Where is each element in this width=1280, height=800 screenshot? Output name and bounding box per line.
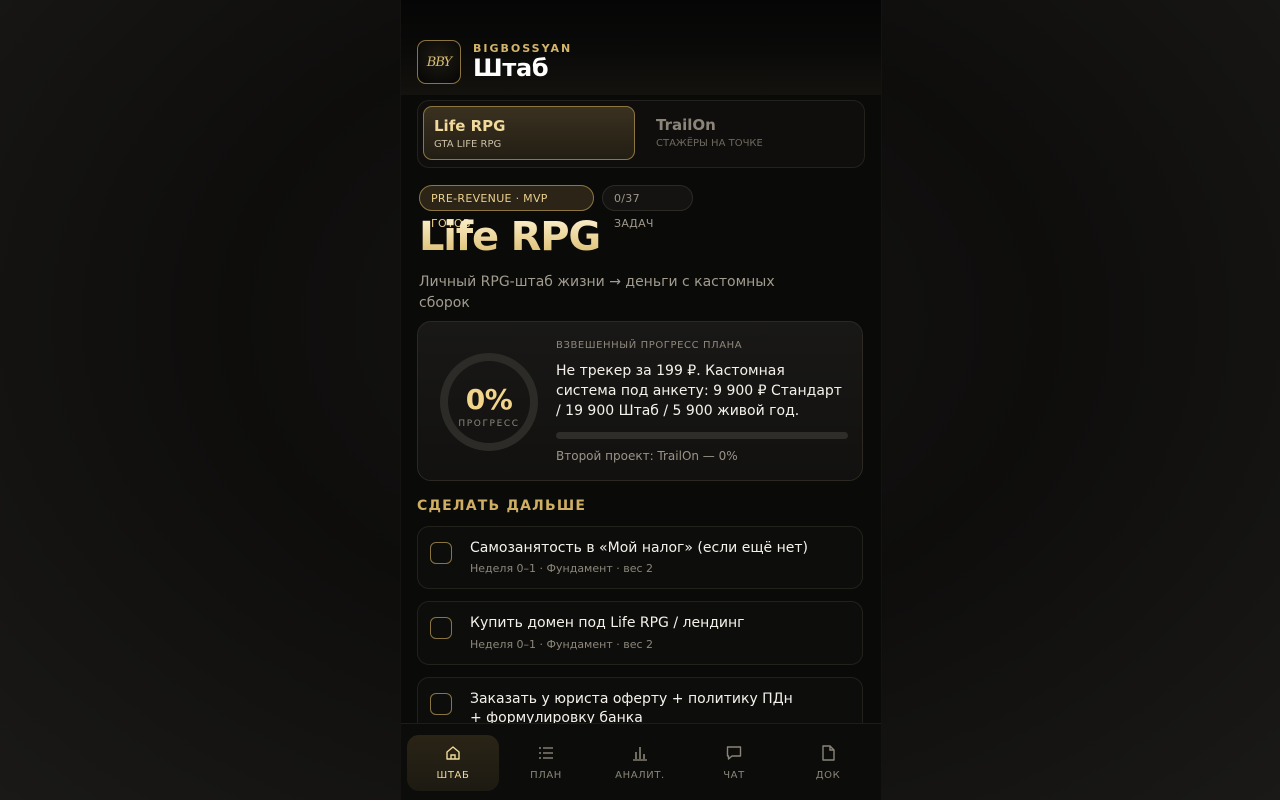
project-description: Личный RPG-штаб жизни → деньги с кастомн… [419,274,775,311]
tab-chat[interactable]: ЧАТ [688,735,780,791]
list-icon [539,747,553,759]
tab-label: АНАЛИТ. [615,770,665,781]
page-title: Штаб [473,54,549,82]
task-checkbox[interactable] [430,542,452,564]
task-item[interactable]: Купить домен под Life RPG / лендинг Неде… [417,601,863,665]
task-meta: Неделя 0–1 · Фундамент · вес 2 [470,638,654,651]
tasks-count-badge: 0/37 ЗАДАЧ [602,185,693,230]
project-tab-name: Life RPG [434,117,506,135]
tab-shtab[interactable]: ШТАБ [407,735,499,791]
project-tab-subtitle: GTA LIFE RPG [434,139,502,150]
tab-analytics[interactable]: АНАЛИТ. [594,735,686,791]
chat-icon [726,746,742,760]
progress-percent: 0% [465,383,513,416]
task-item[interactable]: Самозанятость в «Мой налог» (если ещё не… [417,526,863,589]
document-icon [822,745,835,761]
home-icon [446,746,460,760]
tab-label: ПЛАН [530,770,562,781]
task-title: Купить домен под Life RPG / лендинг [470,615,745,631]
logo[interactable]: BBY [417,40,461,84]
second-project-progress: Второй проект: TrailOn — 0% [556,449,738,463]
tab-doc[interactable]: ДОК [782,735,874,791]
progress-description: Не трекер за 199 ₽. Кастомная система по… [556,363,842,419]
next-section-title: СДЕЛАТЬ ДАЛЬШЕ [417,498,587,514]
project-switcher: Life RPG GTA LIFE RPG TrailOn СТАЖЁРЫ НА… [417,100,865,168]
stage-badge: PRE-REVENUE · MVP ГОТОВ [419,185,594,230]
progress-card: 0% ПРОГРЕСС ВЗВЕШЕННЫЙ ПРОГРЕСС ПЛАНА Не… [417,321,863,481]
task-title: Самозанятость в «Мой налог» (если ещё не… [470,540,808,556]
tab-label: ЧАТ [723,770,745,781]
progress-ring: 0% ПРОГРЕСС [440,353,538,451]
task-checkbox[interactable] [430,617,452,639]
project-tab-life-rpg[interactable]: Life RPG GTA LIFE RPG [423,106,635,160]
task-checkbox[interactable] [430,693,452,715]
progress-bar [556,432,848,439]
project-tab-trailon[interactable]: TrailOn СТАЖЁРЫ НА ТОЧКЕ [646,106,858,160]
tab-label: ДОК [815,770,841,781]
task-meta: Неделя 0–1 · Фундамент · вес 2 [470,562,654,575]
project-tab-name: TrailOn [656,116,716,134]
tab-label: ШТАБ [436,770,470,781]
app-screen: BBY BIGBOSSYAN Штаб Life RPG GTA LIFE RP… [400,0,882,800]
chart-icon [633,747,647,761]
header: BBY BIGBOSSYAN Штаб [401,0,881,95]
progress-label: ВЗВЕШЕННЫЙ ПРОГРЕСС ПЛАНА [556,340,743,351]
project-tab-subtitle: СТАЖЁРЫ НА ТОЧКЕ [656,138,763,149]
project-title: Life RPG [419,214,601,260]
progress-caption: ПРОГРЕСС [458,419,520,429]
tab-plan[interactable]: ПЛАН [500,735,592,791]
bottom-tab-bar: ШТАБ ПЛАН АНАЛИТ. ЧАТ ДОК [401,723,881,800]
